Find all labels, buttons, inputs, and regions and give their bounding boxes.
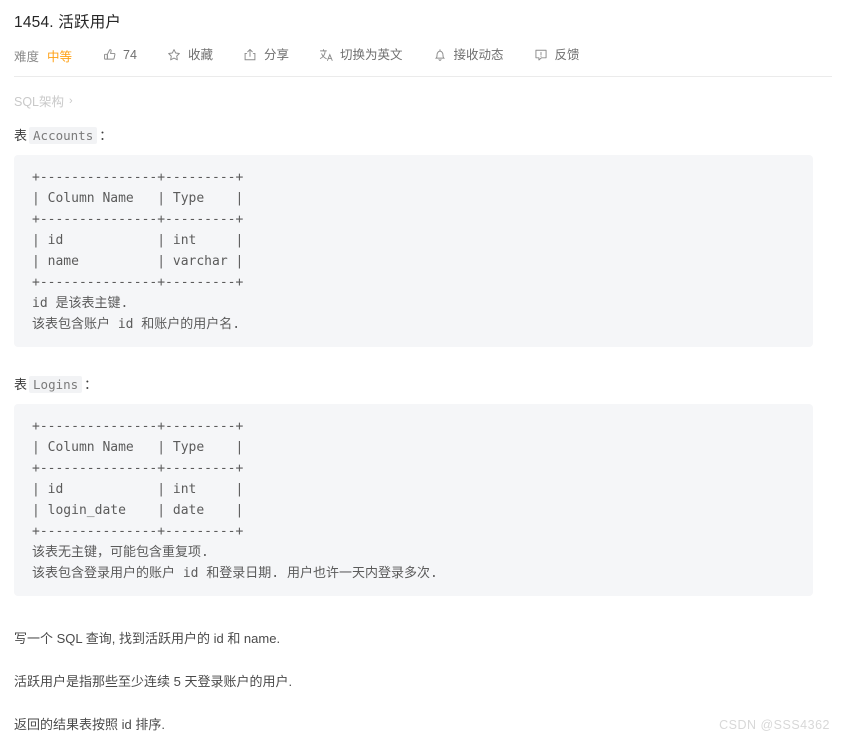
watermark: CSDN @SSS4362 [719, 718, 830, 732]
accounts-schema-text: +---------------+---------+ | Column Nam… [32, 170, 244, 290]
feedback-label: 反馈 [554, 47, 580, 62]
translate-icon [319, 48, 334, 63]
breadcrumb[interactable]: SQL架构 › [14, 91, 838, 110]
bell-icon [432, 48, 447, 63]
logins-note-1: 该表包含登录用户的账户 id 和登录日期. 用户也许一天内登录多次. [32, 566, 438, 581]
share-button[interactable]: 分享 [243, 48, 289, 63]
logins-note-0: 该表无主键，可能包含重复项. [32, 545, 209, 560]
translate-button[interactable]: 切换为英文 [319, 47, 403, 63]
logins-table-name: Logins [29, 376, 83, 393]
subscribe-button[interactable]: 接收动态 [432, 47, 504, 63]
difficulty-label: 难度 [14, 49, 40, 64]
accounts-table-name: Accounts [29, 127, 98, 144]
action-toolbar: 难度 中等 74 收藏 分享 切换为英文 接收动态 反馈 [14, 44, 838, 66]
star-icon [167, 48, 182, 63]
logins-table-caption: 表 Logins： [14, 375, 838, 395]
caption-suffix: ： [99, 128, 113, 143]
like-button[interactable]: 74 [102, 48, 137, 63]
caption-prefix: 表 [14, 377, 28, 392]
toolbar-divider [14, 76, 832, 77]
thumbs-up-icon [102, 48, 117, 63]
problem-page: 1454. 活跃用户 难度 中等 74 收藏 分享 切换为英文 接收动态 反馈 … [0, 0, 852, 735]
feedback-icon [534, 48, 549, 63]
share-label: 分享 [263, 47, 289, 62]
favorite-button[interactable]: 收藏 [167, 48, 213, 63]
breadcrumb-label: SQL架构 [14, 95, 65, 109]
description-paragraph-1: 活跃用户是指那些至少连续 5 天登录账户的用户. [14, 674, 293, 689]
caption-suffix: ： [84, 377, 98, 392]
logins-code-block: +---------------+---------+ | Column Nam… [14, 404, 813, 596]
caption-prefix: 表 [14, 128, 28, 143]
like-count: 74 [123, 47, 137, 62]
difficulty-badge: 中等 [47, 49, 73, 64]
translate-label: 切换为英文 [339, 47, 403, 62]
accounts-table-caption: 表 Accounts： [14, 126, 838, 146]
page-title: 1454. 活跃用户 [14, 14, 122, 31]
accounts-code-block: +---------------+---------+ | Column Nam… [14, 155, 813, 347]
description-paragraph-0: 写一个 SQL 查询, 找到活跃用户的 id 和 name. [14, 631, 281, 646]
chevron-right-icon: › [69, 94, 73, 107]
feedback-button[interactable]: 反馈 [534, 48, 580, 63]
subscribe-label: 接收动态 [453, 47, 504, 62]
logins-schema-text: +---------------+---------+ | Column Nam… [32, 419, 244, 539]
share-icon [243, 48, 258, 63]
description-paragraph-2: 返回的结果表按照 id 排序. [14, 717, 165, 732]
accounts-note-1: 该表包含账户 id 和账户的用户名. [32, 317, 241, 332]
accounts-note-0: id 是该表主键. [32, 296, 129, 311]
difficulty-group: 难度 中等 [14, 46, 72, 65]
favorite-label: 收藏 [187, 47, 213, 62]
